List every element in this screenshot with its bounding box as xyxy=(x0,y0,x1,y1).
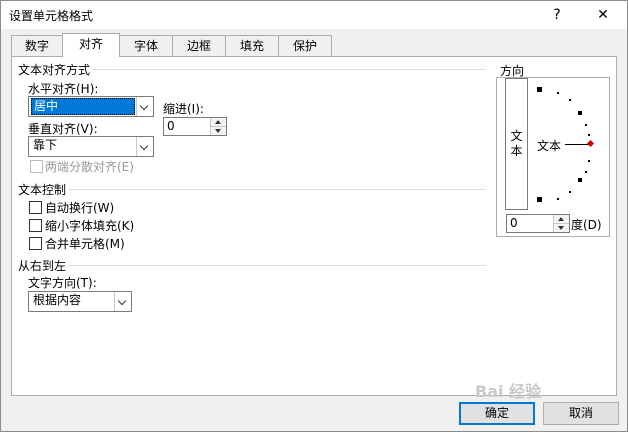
degree-spinner[interactable]: 0 xyxy=(506,214,570,233)
dial-tick xyxy=(585,171,587,173)
horizontal-align-value: 居中 xyxy=(31,98,135,115)
tab-fill[interactable]: 填充 xyxy=(225,35,279,56)
dial-tick xyxy=(585,124,587,126)
format-cells-dialog: 设置单元格格式 ? ✕ 数字 对齐 字体 边框 填充 保护 文本对齐方式 水平对… xyxy=(0,0,628,432)
dial-tick xyxy=(588,134,590,136)
dial-tick xyxy=(537,87,542,92)
dialog-title: 设置单元格格式 xyxy=(9,9,94,23)
text-direction-value: 根据内容 xyxy=(33,293,82,307)
text-control-group-title: 文本控制 xyxy=(18,181,70,198)
vertical-align-label: 垂直对齐(V): xyxy=(28,122,98,136)
indent-label: 缩进(I): xyxy=(163,102,204,116)
group-divider xyxy=(18,189,486,190)
help-button[interactable]: ? xyxy=(541,3,573,27)
wrap-text-checkbox[interactable] xyxy=(29,201,42,214)
text-alignment-group-title: 文本对齐方式 xyxy=(18,61,94,78)
watermark: Bai 经验 xyxy=(475,382,542,401)
group-divider xyxy=(18,265,486,266)
horizontal-align-select[interactable]: 居中 xyxy=(28,96,154,117)
dial-tick xyxy=(578,178,582,182)
tab-number[interactable]: 数字 xyxy=(11,35,63,56)
orientation-dial[interactable]: 文本 xyxy=(533,78,607,208)
dial-tick xyxy=(557,92,559,94)
tab-border[interactable]: 边框 xyxy=(172,35,226,56)
dial-tick xyxy=(578,111,582,115)
title-bar[interactable]: 设置单元格格式 ? ✕ xyxy=(1,1,627,29)
indent-spinner[interactable]: 0 xyxy=(163,117,227,136)
dial-tick xyxy=(569,99,571,101)
degree-label: 度(D) xyxy=(571,218,602,232)
spin-down-icon[interactable] xyxy=(554,224,569,232)
vertical-text-char-2: 本 xyxy=(510,144,523,158)
shrink-to-fit-label: 缩小字体填充(K) xyxy=(45,219,135,233)
tab-alignment[interactable]: 对齐 xyxy=(62,33,120,57)
chevron-down-icon[interactable] xyxy=(136,137,153,156)
orientation-box: 文 本 文本 xyxy=(496,77,610,237)
dial-tick xyxy=(557,198,559,200)
vertical-align-select[interactable]: 靠下 xyxy=(28,136,154,157)
wrap-text-label: 自动换行(W) xyxy=(45,201,115,215)
chevron-down-icon[interactable] xyxy=(114,292,131,311)
cancel-button[interactable]: 取消 xyxy=(543,402,619,425)
spin-up-icon[interactable] xyxy=(554,215,569,224)
indent-value: 0 xyxy=(167,119,175,133)
spin-down-icon[interactable] xyxy=(211,127,226,135)
tab-font[interactable]: 字体 xyxy=(119,35,173,56)
spinner-buttons xyxy=(210,118,226,135)
orientation-text-label: 文本 xyxy=(537,139,562,153)
spin-up-icon[interactable] xyxy=(211,118,226,127)
dial-tick xyxy=(588,160,590,162)
vertical-text-button[interactable]: 文 本 xyxy=(505,78,528,210)
chevron-down-icon[interactable] xyxy=(136,97,153,116)
horizontal-align-label: 水平对齐(H): xyxy=(28,82,99,96)
orientation-handle-icon[interactable] xyxy=(586,139,595,148)
ok-button[interactable]: 确定 xyxy=(459,402,535,425)
degree-value: 0 xyxy=(510,216,518,230)
merge-cells-checkbox[interactable] xyxy=(29,237,42,250)
alignment-panel: 文本对齐方式 水平对齐(H): 居中 缩进(I): 0 垂直对齐(V): 靠下 … xyxy=(11,56,617,396)
tab-protection[interactable]: 保护 xyxy=(278,35,332,56)
distributed-label: 两端分散对齐(E) xyxy=(45,160,134,174)
merge-cells-label: 合并单元格(M) xyxy=(45,237,125,251)
close-button[interactable]: ✕ xyxy=(587,3,619,27)
orientation-needle xyxy=(565,144,589,145)
dial-tick xyxy=(569,191,571,193)
spinner-buttons xyxy=(553,215,569,232)
shrink-to-fit-checkbox[interactable] xyxy=(29,219,42,232)
text-direction-label: 文字方向(T): xyxy=(28,276,97,290)
vertical-text-char-1: 文 xyxy=(510,129,523,143)
distributed-checkbox[interactable] xyxy=(30,160,43,173)
text-direction-select[interactable]: 根据内容 xyxy=(28,291,132,312)
rtl-group-title: 从右到左 xyxy=(18,257,70,274)
dial-tick xyxy=(537,197,542,202)
vertical-align-value: 靠下 xyxy=(33,138,58,152)
